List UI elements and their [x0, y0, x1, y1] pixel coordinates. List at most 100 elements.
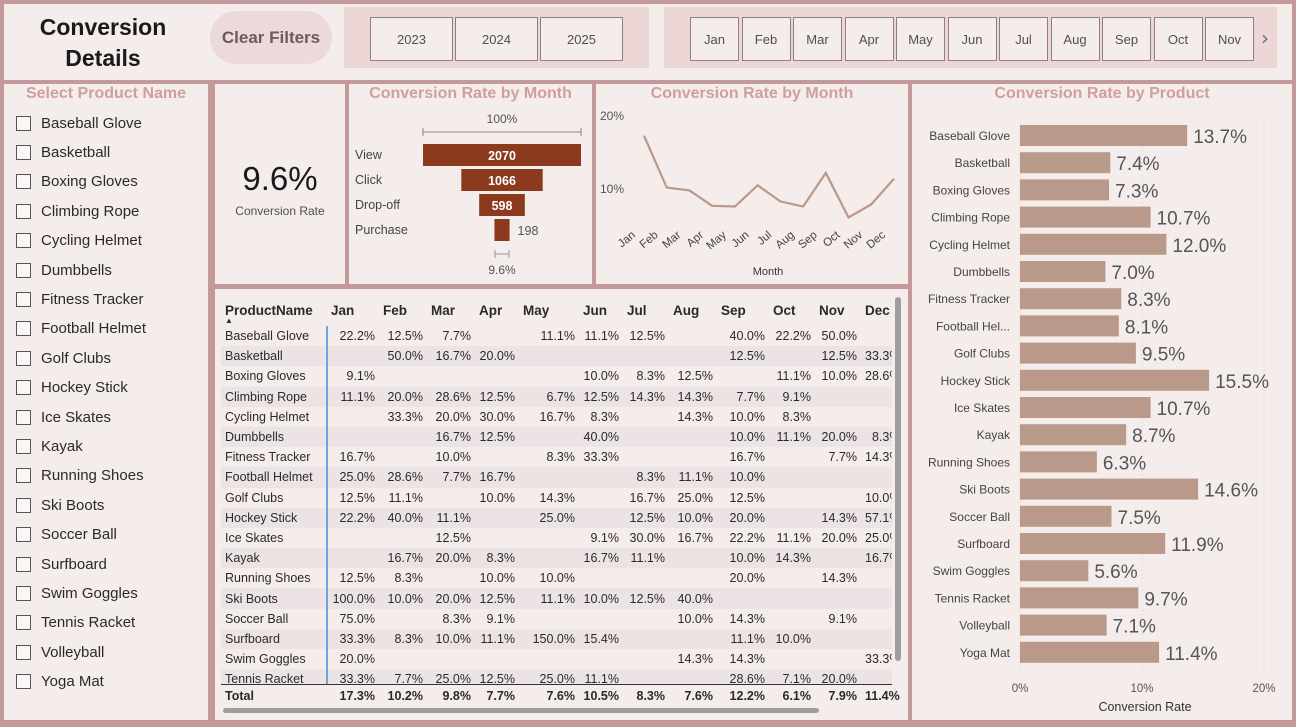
month-button-jun[interactable]: Jun — [947, 17, 997, 61]
matrix-row-label: Running Shoes — [221, 568, 328, 589]
table-row[interactable]: Dumbbells 16.7% 12.5% 40.0% 10.0% 11.1% 20.0% 8… — [221, 426, 892, 448]
month-button-nov[interactable]: Nov — [1205, 17, 1254, 61]
table-row[interactable]: Surfboard 33.3% 8.3% 10.0% 11.1% 150.0% 15.4% 1… — [221, 628, 892, 649]
matrix-column-header[interactable]: Mar — [427, 294, 475, 326]
product-checkbox-row[interactable]: Kayak — [16, 435, 83, 457]
product-checkbox-row[interactable]: Ice Skates — [16, 406, 111, 428]
product-checkbox-row[interactable]: Cycling Helmet — [16, 230, 142, 252]
month-button-jul[interactable]: Jul — [999, 17, 1048, 61]
matrix-column-header[interactable]: Sep — [717, 294, 769, 326]
month-button-oct[interactable]: Oct — [1153, 17, 1203, 61]
horizontal-scrollbar[interactable] — [223, 708, 819, 713]
product-checkbox-row[interactable]: Ski Boots — [16, 494, 104, 516]
matrix-cell — [579, 568, 623, 588]
checkbox[interactable] — [16, 350, 31, 366]
table-row[interactable]: Golf Clubs 12.5% 11.1% 10.0% 14.3% 16.7% 25.0%… — [221, 487, 892, 508]
month-button-feb[interactable]: Feb — [741, 17, 791, 61]
table-row[interactable]: Running Shoes 12.5% 8.3% 10.0% 10.0% 20.0% 14.… — [221, 568, 892, 589]
matrix-row-header-sort[interactable]: ProductName ▲ — [221, 294, 327, 326]
clear-filters-button[interactable]: Clear Filters — [210, 11, 332, 64]
matrix-column-header[interactable]: Jan — [327, 294, 379, 326]
product-checkbox-row[interactable]: Climbing Rope — [16, 200, 139, 222]
table-row[interactable]: Football Helmet 25.0% 28.6% 7.7% 16.7% 8.3% 11… — [221, 467, 892, 488]
matrix-cell: 14.3% — [769, 548, 815, 569]
matrix-column-header[interactable]: Apr — [475, 294, 519, 326]
checkbox[interactable] — [16, 380, 31, 396]
matrix-total-cell: 9.8% — [442, 688, 472, 703]
year-button-2024[interactable]: 2024 — [455, 17, 538, 61]
product-checkbox-row[interactable]: Football Helmet — [16, 318, 146, 340]
matrix-column-header[interactable]: Jun — [579, 294, 623, 326]
table-row[interactable]: Climbing Rope 11.1% 20.0% 28.6% 12.5% 6.7% 12.… — [221, 386, 892, 407]
product-checkbox-row[interactable]: Dumbbells — [16, 259, 112, 281]
matrix-column-header[interactable]: Nov — [815, 294, 861, 326]
table-row[interactable]: Soccer Ball 75.0% 8.3% 9.1% 10.0% 14.3% 9.1% — [221, 608, 892, 629]
checkbox[interactable] — [16, 674, 31, 690]
year-button-2025[interactable]: 2025 — [540, 17, 623, 61]
bar — [1020, 560, 1089, 582]
checkbox[interactable] — [16, 438, 31, 454]
table-row[interactable]: Fitness Tracker 16.7% 10.0% 8.3% 33.3% 16.7% 7… — [221, 447, 892, 468]
matrix-cell: 16.7% — [579, 548, 623, 569]
checkbox[interactable] — [16, 262, 31, 278]
checkbox[interactable] — [16, 468, 31, 484]
matrix-column-header[interactable]: Feb — [379, 294, 427, 326]
checkbox[interactable] — [16, 233, 31, 249]
product-checkbox-row[interactable]: Tennis Racket — [16, 612, 135, 634]
table-row[interactable]: Boxing Gloves 9.1% 10.0% 8.3% 12.5% 11.1% 10.0… — [221, 366, 892, 387]
matrix-column-header[interactable]: Aug — [669, 294, 717, 326]
product-checkbox-row[interactable]: Running Shoes — [16, 465, 144, 487]
checkbox[interactable] — [16, 174, 31, 190]
product-checkbox-row[interactable]: Yoga Mat — [16, 671, 104, 693]
product-checkbox-row[interactable]: Golf Clubs — [16, 347, 111, 369]
table-row[interactable]: Hockey Stick 22.2% 40.0% 11.1% 25.0% 12.5% 10.… — [221, 507, 892, 528]
month-button-mar[interactable]: Mar — [793, 17, 842, 61]
checkbox[interactable] — [16, 497, 31, 513]
matrix-cell: 12.5% — [475, 386, 519, 407]
checkbox[interactable] — [16, 644, 31, 660]
checkbox[interactable] — [16, 527, 31, 543]
table-row[interactable]: Ice Skates 12.5% 9.1% 30.0% 16.7% 22.2% 11.1% 2… — [221, 527, 892, 549]
checkbox[interactable] — [16, 144, 31, 160]
matrix-column-header[interactable]: Dec — [861, 294, 892, 326]
checkbox[interactable] — [16, 203, 31, 219]
month-button-aug[interactable]: Aug — [1050, 17, 1100, 61]
matrix-column-header[interactable]: Jul — [623, 294, 669, 326]
product-checkbox-row[interactable]: Volleyball — [16, 641, 104, 663]
table-row[interactable]: Baseball Glove 22.2% 12.5% 7.7% 11.1% 11.1% 12… — [221, 326, 892, 347]
checkbox[interactable] — [16, 409, 31, 425]
checkbox[interactable] — [16, 321, 31, 337]
product-checkbox-row[interactable]: Boxing Gloves — [16, 171, 138, 193]
product-checkbox-row[interactable]: Soccer Ball — [16, 524, 117, 546]
checkbox[interactable] — [16, 291, 31, 307]
month-button-may[interactable]: May — [896, 17, 945, 61]
checkbox[interactable] — [16, 115, 31, 131]
product-checkbox-row[interactable]: Surfboard — [16, 553, 107, 575]
sort-ascending-icon[interactable]: ▲ — [225, 316, 233, 325]
month-button-apr[interactable]: Apr — [844, 17, 894, 61]
month-button-jan[interactable]: Jan — [690, 17, 739, 61]
vertical-scrollbar[interactable] — [895, 297, 901, 661]
table-row[interactable]: Swim Goggles 20.0% 14.3% 14.3% 33.3% — [221, 649, 892, 670]
checkbox[interactable] — [16, 585, 31, 601]
table-row[interactable]: Cycling Helmet 33.3% 20.0% 30.0% 16.7% 8.3% 14… — [221, 406, 892, 427]
product-checkbox-row[interactable]: Baseball Glove — [16, 112, 142, 134]
checkbox[interactable] — [16, 556, 31, 572]
bar-category-label: Running Shoes — [928, 455, 1010, 469]
table-row[interactable]: Kayak 16.7% 20.0% 8.3% 16.7% 11.1% 10.0% 14.3% 1… — [221, 548, 892, 569]
product-checkbox-row[interactable]: Fitness Tracker — [16, 288, 144, 310]
matrix-column-header[interactable]: Oct — [769, 294, 815, 326]
table-row[interactable]: Ski Boots 100.0% 10.0% 20.0% 12.5% 11.1% 10.0%… — [221, 588, 892, 609]
year-button-2023[interactable]: 2023 — [370, 17, 453, 61]
checkbox[interactable] — [16, 615, 31, 631]
chevron-right-icon[interactable]: › — [1255, 23, 1275, 53]
matrix-column-header[interactable]: May — [519, 294, 579, 326]
bar-value-label: 11.4% — [1165, 644, 1218, 665]
matrix-cell: 50.0% — [379, 346, 427, 367]
table-row[interactable]: Basketball50.0%16.7%20.0%12.5%12.5%33.3% — [221, 346, 892, 367]
month-button-sep[interactable]: Sep — [1102, 17, 1151, 61]
product-checkbox-row[interactable]: Swim Goggles — [16, 582, 138, 604]
matrix-cell: 20.0% — [435, 409, 471, 424]
product-checkbox-row[interactable]: Hockey Stick — [16, 377, 128, 399]
product-checkbox-row[interactable]: Basketball — [16, 141, 110, 163]
